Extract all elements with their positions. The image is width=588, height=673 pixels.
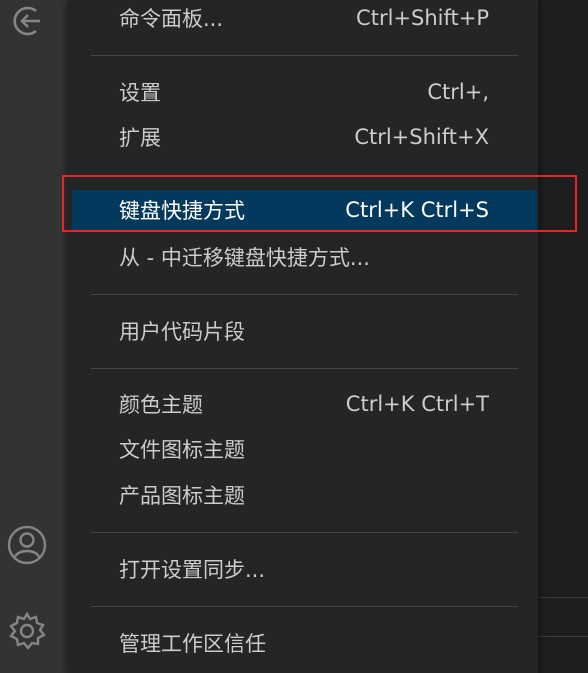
- menu-item-label: 从 - 中迁移键盘快捷方式...: [119, 246, 370, 270]
- menu-item-label: 扩展: [119, 126, 161, 150]
- menu-item-keyboard-shortcuts[interactable]: 键盘快捷方式 Ctrl+K Ctrl+S: [72, 190, 537, 230]
- menu-item-label: 设置: [119, 81, 161, 105]
- menu-item-label: 打开设置同步...: [119, 558, 266, 582]
- menu-item-shortcut: Ctrl+,: [427, 80, 489, 104]
- menu-separator: [91, 368, 518, 369]
- menu-item-label: 命令面板...: [119, 7, 224, 31]
- remote-explorer-icon[interactable]: [0, 0, 54, 48]
- menu-separator: [91, 294, 518, 295]
- menu-item-user-snippets[interactable]: 用户代码片段: [72, 311, 537, 351]
- menu-item-settings[interactable]: 设置 Ctrl+,: [72, 72, 537, 112]
- menu-item-shortcut: Ctrl+K Ctrl+T: [345, 392, 489, 416]
- menu-item-shortcut: Ctrl+K Ctrl+S: [345, 198, 489, 222]
- menu-item-label: 文件图标主题: [119, 438, 245, 462]
- menu-item-extensions[interactable]: 扩展 Ctrl+Shift+X: [72, 117, 537, 157]
- menu-item-workspace-trust[interactable]: 管理工作区信任: [72, 623, 537, 663]
- menu-item-color-theme[interactable]: 颜色主题 Ctrl+K Ctrl+T: [72, 384, 537, 424]
- menu-item-migrate-keybindings[interactable]: 从 - 中迁移键盘快捷方式...: [72, 237, 537, 277]
- menu-item-product-icon-theme[interactable]: 产品图标主题: [72, 475, 537, 515]
- activity-bar: [0, 0, 68, 673]
- editor-divider: [537, 597, 588, 598]
- menu-item-label: 颜色主题: [119, 393, 203, 417]
- menu-item-settings-sync[interactable]: 打开设置同步...: [72, 549, 537, 589]
- menu-item-label: 用户代码片段: [119, 320, 245, 344]
- menu-separator: [91, 175, 518, 176]
- menu-item-shortcut: Ctrl+Shift+P: [356, 6, 489, 30]
- editor-divider: [537, 636, 588, 637]
- menu-item-file-icon-theme[interactable]: 文件图标主题: [72, 429, 537, 469]
- menu-separator: [91, 606, 518, 607]
- menu-item-shortcut: Ctrl+Shift+X: [354, 125, 489, 149]
- menu-separator: [91, 532, 518, 533]
- manage-menu: 命令面板... Ctrl+Shift+P 设置 Ctrl+, 扩展 Ctrl+S…: [68, 0, 538, 673]
- menu-item-label: 产品图标主题: [119, 484, 245, 508]
- manage-gear-icon[interactable]: [0, 604, 54, 658]
- menu-separator: [91, 55, 518, 56]
- menu-item-label: 管理工作区信任: [119, 632, 266, 656]
- menu-item-command-palette[interactable]: 命令面板... Ctrl+Shift+P: [72, 0, 537, 38]
- account-icon[interactable]: [0, 518, 54, 572]
- menu-item-label: 键盘快捷方式: [119, 199, 245, 223]
